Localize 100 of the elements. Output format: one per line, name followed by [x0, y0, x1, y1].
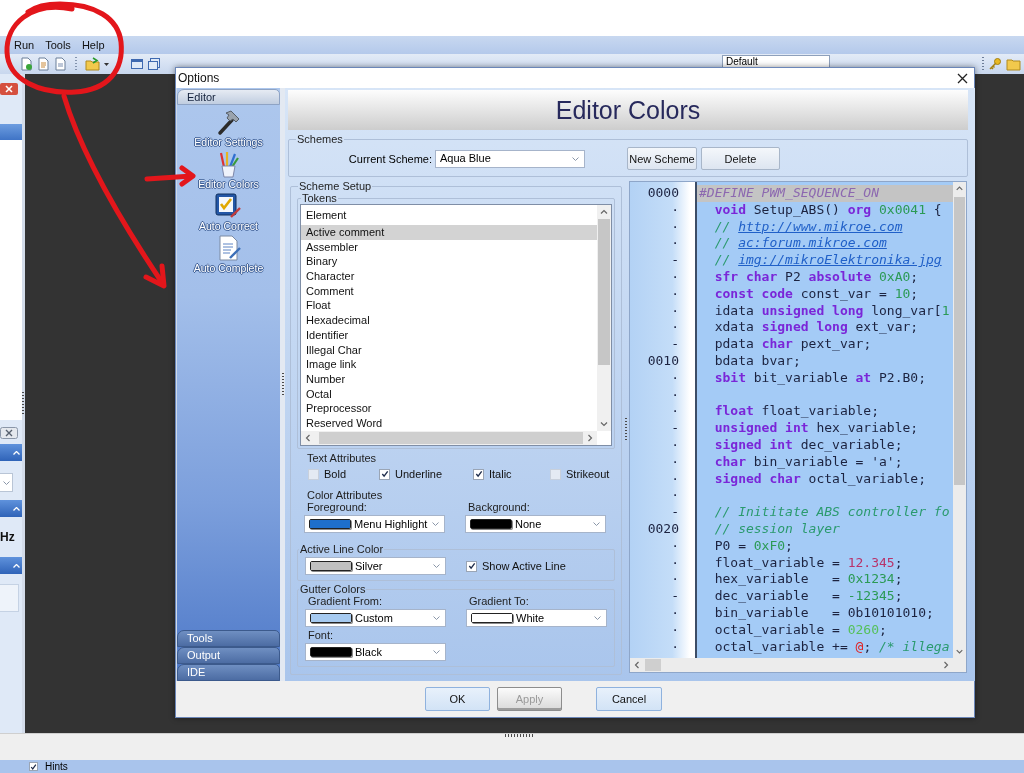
- code-line: char bin_variable = 'a';: [713, 453, 904, 471]
- list-item[interactable]: Active comment: [301, 225, 597, 240]
- grip-icon[interactable]: [624, 417, 627, 442]
- scrollbar-thumb[interactable]: [645, 659, 661, 671]
- close-icon[interactable]: [957, 72, 968, 84]
- column-header[interactable]: Element: [301, 206, 597, 225]
- checkbox-label[interactable]: Bold: [324, 467, 347, 481]
- checkbox[interactable]: [379, 468, 390, 480]
- list-item[interactable]: Character: [301, 269, 597, 284]
- scheme-dropdown[interactable]: Aqua Blue: [435, 149, 585, 168]
- code-line: // ac:forum.mikroe.com: [713, 235, 888, 253]
- code-line: idata unsigned long long_var[1: [713, 302, 951, 320]
- list-item[interactable]: Image link: [301, 357, 597, 372]
- grip-icon[interactable]: [281, 372, 284, 397]
- panel-header-bar[interactable]: [0, 500, 22, 517]
- chevron-down-icon[interactable]: [433, 616, 440, 620]
- list-item[interactable]: Octal: [301, 386, 597, 402]
- line-number: ·: [670, 218, 679, 236]
- dialog-button[interactable]: Cancel: [596, 687, 662, 711]
- token-list[interactable]: Element Active comment Assembler Binary Character Comment Float Hexadecimal Identifier Illegal Char Image link Number Octal Preprocessor Reserved Word: [300, 204, 612, 446]
- chevron-up-icon[interactable]: [13, 506, 20, 511]
- dropdown-field[interactable]: [0, 473, 13, 492]
- document-icon[interactable]: [19, 57, 33, 71]
- checkbox[interactable]: [29, 762, 38, 771]
- document-icon[interactable]: [53, 57, 67, 71]
- checkbox-label[interactable]: Hints: [45, 760, 68, 773]
- list-item[interactable]: Assembler: [301, 239, 597, 255]
- checkbox-label[interactable]: Show Active Line: [482, 559, 566, 573]
- vertical-scrollbar[interactable]: [953, 182, 966, 658]
- list-item[interactable]: Hexadecimal: [301, 313, 597, 328]
- category-tab[interactable]: IDE: [177, 664, 280, 681]
- checkbox-label[interactable]: Italic: [489, 467, 512, 481]
- scheme-action-button[interactable]: New Scheme: [627, 147, 697, 170]
- list-item[interactable]: Binary: [301, 254, 597, 270]
- chevron-down-icon[interactable]: [3, 480, 10, 485]
- color-dropdown[interactable]: Custom: [305, 609, 446, 627]
- document-icon[interactable]: [36, 57, 50, 71]
- scheme-action-button[interactable]: Delete: [701, 147, 780, 170]
- category-tab[interactable]: Output: [177, 647, 280, 664]
- window-icon[interactable]: [147, 57, 161, 71]
- code-line: bin_variable = 0b10101010;: [713, 604, 935, 622]
- dialog-button[interactable]: OK: [425, 687, 490, 711]
- folder-icon[interactable]: [1006, 57, 1022, 71]
- checkbox-label[interactable]: Underline: [395, 467, 443, 481]
- key-icon[interactable]: [988, 57, 1002, 71]
- color-dropdown[interactable]: None: [465, 515, 606, 533]
- menu-item[interactable]: Help: [81, 38, 105, 52]
- checkbox[interactable]: [473, 468, 484, 480]
- group-label: Tokens: [301, 192, 338, 204]
- scrollbar-thumb[interactable]: [598, 219, 610, 365]
- color-dropdown[interactable]: White: [466, 609, 607, 627]
- group-label: Schemes: [296, 133, 344, 145]
- group-label: Scheme Setup: [298, 180, 373, 192]
- menu-item[interactable]: Run: [14, 38, 35, 52]
- side-panel: [0, 584, 19, 612]
- list-item[interactable]: Float: [301, 298, 597, 314]
- panel-header-bar[interactable]: [0, 557, 22, 574]
- list-item[interactable]: Comment: [301, 283, 597, 299]
- list-item[interactable]: Identifier: [301, 327, 597, 343]
- color-dropdown[interactable]: Menu Highlight: [304, 515, 445, 533]
- line-number: -: [670, 588, 679, 605]
- chevron-down-icon[interactable]: [432, 522, 439, 526]
- chevron-down-icon[interactable]: [433, 564, 440, 568]
- window-icon[interactable]: [130, 57, 144, 71]
- color-dropdown[interactable]: Black: [305, 643, 446, 661]
- caret-icon[interactable]: [104, 62, 109, 66]
- list-item[interactable]: Preprocessor: [301, 401, 597, 416]
- code-line: void Setup_ABS() org 0x0041 {: [713, 201, 943, 219]
- scrollbar-thumb[interactable]: [319, 432, 583, 444]
- chevron-down-icon[interactable]: [572, 156, 579, 161]
- checkbox[interactable]: [466, 560, 477, 572]
- chevron-down-icon[interactable]: [433, 650, 440, 654]
- checkmark-icon: [474, 470, 483, 478]
- line-number: ·: [670, 201, 679, 219]
- menu-item[interactable]: Tools: [45, 38, 71, 52]
- code-line: const code const_var = 10;: [713, 285, 920, 303]
- list-item[interactable]: Number: [301, 371, 597, 387]
- horizontal-scrollbar[interactable]: [630, 658, 966, 672]
- color-dropdown[interactable]: Silver: [305, 557, 446, 575]
- code-line: dec_variable = -12345;: [713, 588, 904, 605]
- vertical-scrollbar[interactable]: [597, 205, 611, 431]
- panel-header-bar[interactable]: [0, 444, 22, 461]
- field-label: Background:: [467, 501, 531, 513]
- horizontal-scrollbar[interactable]: [301, 431, 597, 445]
- grip-icon[interactable]: [505, 734, 535, 737]
- style-dropdown[interactable]: Default: [722, 55, 830, 67]
- list-item[interactable]: Reserved Word: [301, 415, 597, 431]
- chevron-up-icon[interactable]: [13, 563, 20, 568]
- chevron-down-icon[interactable]: [594, 616, 601, 620]
- checkbox-label[interactable]: Strikeout: [566, 467, 610, 481]
- category-tab[interactable]: Editor: [177, 89, 280, 105]
- code-line: octal_variable += @; /* illega: [713, 638, 951, 656]
- checklist-icon[interactable]: [214, 192, 243, 220]
- line-number: ·: [670, 487, 679, 505]
- scrollbar-thumb[interactable]: [954, 197, 965, 485]
- chevron-down-icon[interactable]: [593, 522, 600, 526]
- chevron-up-icon[interactable]: [13, 450, 20, 455]
- category-tab[interactable]: Tools: [177, 630, 280, 647]
- list-item[interactable]: Illegal Char: [301, 342, 597, 358]
- code-area[interactable]: [697, 182, 953, 658]
